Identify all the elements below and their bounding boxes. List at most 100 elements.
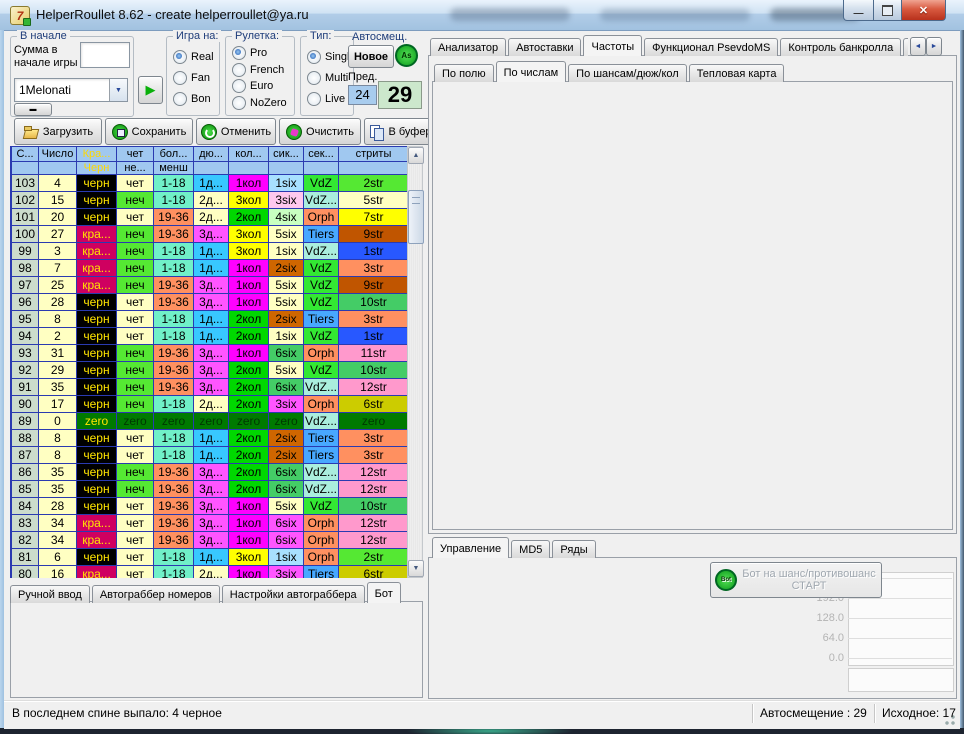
tab-freq-3[interactable]: По шансам/дюж/кол — [568, 64, 687, 82]
chance-bot-start-button[interactable]: Bot Бот на шанс/противошанс СТАРТ — [710, 562, 882, 598]
radio-circle-icon[interactable] — [173, 71, 187, 85]
undo-button[interactable]: Отменить — [196, 118, 276, 145]
spins-column-header[interactable]: С... — [12, 147, 39, 162]
combo-arrow-icon[interactable]: ▼ — [109, 79, 127, 101]
spin-attr-cell: 12str — [339, 532, 409, 549]
copy-icon — [368, 124, 384, 140]
radio-option-real[interactable]: Real — [173, 50, 219, 64]
clear-button[interactable]: Очистить — [279, 118, 361, 145]
radio-option-multi[interactable]: Multi — [307, 71, 353, 85]
chart-gridline — [848, 658, 952, 659]
tab-input-1[interactable]: Ручной ввод — [10, 585, 90, 603]
spin-attr-cell: 10str — [339, 294, 409, 311]
copy-to-clipboard-button[interactable]: В буфер — [364, 118, 436, 145]
spins-column-header[interactable] — [339, 162, 409, 175]
spin-attr-cell: 5six — [269, 362, 304, 379]
tab-main-1[interactable]: Анализатор — [430, 38, 506, 56]
scroll-down-button[interactable]: ▼ — [408, 560, 424, 577]
maximize-button[interactable] — [874, 0, 901, 21]
spin-attr-cell: черн — [77, 209, 117, 226]
radio-option-euro[interactable]: Euro — [232, 79, 294, 93]
spin-table-scrollbar[interactable]: ▲ ▼ — [407, 146, 423, 578]
spins-column-header[interactable] — [12, 162, 39, 175]
start-sum-input[interactable] — [80, 42, 130, 68]
tab-input-3[interactable]: Настройки автограббера — [222, 585, 365, 603]
spins-column-header[interactable]: сик... — [269, 147, 304, 162]
radio-circle-icon[interactable] — [232, 46, 246, 60]
radio-option-singl[interactable]: Singl — [307, 50, 353, 64]
tab-control-1[interactable]: Управление — [432, 537, 509, 558]
spin-attr-cell: VdZ — [304, 277, 339, 294]
radio-option-fan[interactable]: Fan — [173, 71, 219, 85]
tab-freq-1[interactable]: По полю — [434, 64, 494, 82]
save-button[interactable]: Сохранить — [105, 118, 193, 145]
spin-attr-cell: 2str — [339, 175, 409, 192]
spins-column-header[interactable] — [194, 162, 229, 175]
preset-select[interactable]: 1Melonati ▼ — [14, 78, 128, 102]
spins-column-header[interactable]: Число — [39, 147, 77, 162]
radio-circle-icon[interactable] — [232, 96, 246, 110]
tab-main-5[interactable]: Контроль банкролла — [780, 38, 901, 56]
radio-circle-icon[interactable] — [307, 71, 321, 85]
spins-column-header[interactable]: чет — [117, 147, 154, 162]
tab-main-4[interactable]: Функционал PsevdoMS — [644, 38, 778, 56]
spins-column-header[interactable]: сек... — [304, 147, 339, 162]
radio-circle-icon[interactable] — [173, 92, 187, 106]
tab-control-2[interactable]: MD5 — [511, 540, 550, 558]
radio-circle-icon[interactable] — [307, 92, 321, 106]
dash-button[interactable]: ▬ — [14, 103, 52, 116]
radio-circle-icon[interactable] — [232, 63, 246, 77]
radio-option-live[interactable]: Live — [307, 92, 353, 106]
radio-option-bon[interactable]: Bon — [173, 92, 219, 106]
spin-attr-cell: Orph — [304, 209, 339, 226]
tab-main-2[interactable]: Автоставки — [508, 38, 581, 56]
spins-column-header[interactable] — [269, 162, 304, 175]
radio-option-nozero[interactable]: NoZero — [232, 96, 294, 110]
spins-header-row: С...ЧислоКра...четбол...дю...кол...сик..… — [12, 147, 409, 162]
tab-control-3[interactable]: Ряды — [552, 540, 595, 558]
scrollbar-thumb[interactable] — [408, 190, 424, 244]
spins-column-header[interactable]: бол... — [154, 147, 194, 162]
play-button[interactable]: ▶ — [138, 76, 163, 104]
minimize-button[interactable]: — — [843, 0, 874, 21]
spins-column-header[interactable]: менш — [154, 162, 194, 175]
spin-index-cell: 101 — [12, 209, 39, 226]
radio-option-french[interactable]: French — [232, 63, 294, 77]
radio-circle-icon[interactable] — [232, 79, 246, 93]
spin-attr-cell: 10str — [339, 498, 409, 515]
tab-freq-4[interactable]: Тепловая карта — [689, 64, 785, 82]
spins-column-header[interactable] — [304, 162, 339, 175]
spin-attr-cell: 1д... — [194, 243, 229, 260]
tab-freq-2[interactable]: По числам — [496, 61, 567, 82]
spins-column-header[interactable]: Черн — [77, 162, 117, 175]
tab-scroll-left-button[interactable]: ◄ — [910, 37, 926, 56]
spins-column-header[interactable]: кол... — [229, 147, 269, 162]
spins-column-header[interactable]: стриты — [339, 147, 409, 162]
radio-option-pro[interactable]: Pro — [232, 46, 294, 60]
spins-column-header[interactable] — [39, 162, 77, 175]
spins-column-header[interactable] — [229, 162, 269, 175]
titlebar[interactable]: 7 HelperRoullet 8.62 - create helperroul… — [0, 0, 964, 31]
tab-scroll-right-button[interactable]: ► — [926, 37, 942, 56]
option-group-2: Рулетка:ProFrenchEuroNoZero — [225, 36, 295, 116]
close-button[interactable]: ✕ — [901, 0, 946, 21]
spins-column-header[interactable]: не... — [117, 162, 154, 175]
tab-main-6[interactable]: Колесо — [903, 38, 908, 56]
tab-input-4[interactable]: Бот — [367, 582, 401, 603]
spin-attr-cell: 1str — [339, 243, 409, 260]
spins-column-header[interactable]: Кра... — [77, 147, 117, 162]
tab-main-3[interactable]: Частоты — [583, 35, 642, 56]
load-button[interactable]: Загрузить — [14, 118, 102, 145]
spins-column-header[interactable]: дю... — [194, 147, 229, 162]
tab-input-2[interactable]: Автограббер номеров — [92, 585, 220, 603]
spin-attr-cell: неч — [117, 464, 154, 481]
scroll-up-button[interactable]: ▲ — [408, 147, 424, 164]
radio-circle-icon[interactable] — [307, 50, 321, 64]
spin-attr-cell: 5six — [269, 226, 304, 243]
new-button[interactable]: Новое — [348, 45, 394, 68]
spin-attr-cell: 3кол — [229, 226, 269, 243]
radio-circle-icon[interactable] — [173, 50, 187, 64]
spin-attr-cell: 3six — [269, 396, 304, 413]
autoshift-toggle-button[interactable]: As — [395, 44, 418, 67]
chart-gridline — [848, 598, 952, 599]
